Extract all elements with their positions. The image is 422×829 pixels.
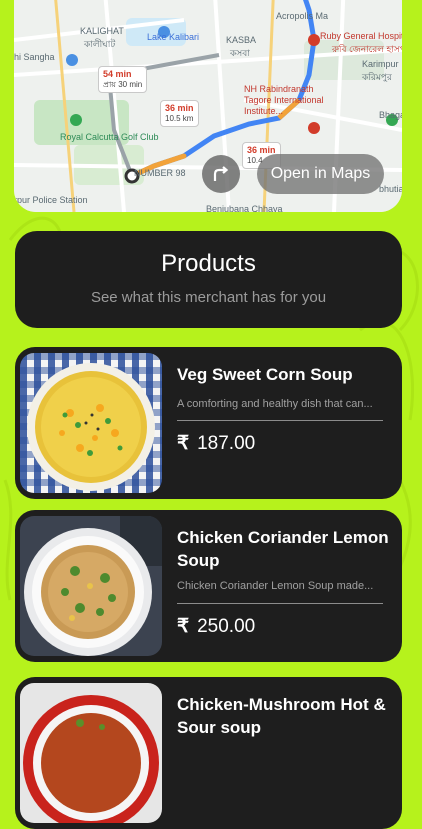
price-value: 250.00: [197, 616, 256, 637]
product-name: Chicken-Mushroom Hot & Sour soup: [177, 695, 386, 737]
map-label-karimpur: Karimpur: [362, 59, 399, 69]
directions-button[interactable]: [202, 155, 240, 193]
product-description: A comforting and healthy dish that can..…: [177, 398, 373, 410]
products-title: Products: [161, 250, 256, 277]
product-card[interactable]: Veg Sweet Corn Soup A comforting and hea…: [15, 347, 402, 499]
currency-symbol: ₹: [177, 433, 190, 454]
map-label-kalighat: KALIGHAT: [80, 26, 124, 36]
currency-symbol: ₹: [177, 616, 190, 637]
price-value: 187.00: [197, 433, 256, 454]
map-label-kalighat-local: কালীঘাট: [84, 39, 116, 49]
products-header: Products See what this merchant has for …: [15, 231, 402, 328]
map-label-kasba: KASBA: [226, 35, 257, 45]
map-label-kasba-local: কসবা: [230, 48, 250, 58]
map-label-shri-sangha: hi Sangha: [14, 52, 55, 62]
product-image-hot-sour-soup: [20, 683, 162, 823]
map-label-acropolis: Acropolis Ma: [276, 11, 329, 21]
map-label-benjubana: Benjubana Chhaya: [206, 204, 283, 212]
map-label-number98: NUMBER 98: [134, 168, 186, 178]
product-card[interactable]: Chicken Coriander Lemon Soup Chicken Cor…: [15, 510, 402, 662]
map-preview[interactable]: KALIGHAT কালীঘাট Lake Kalibari KASBA কসব…: [14, 0, 402, 212]
product-description: Chicken Coriander Lemon Soup made...: [177, 580, 374, 592]
products-subtitle: See what this merchant has for you: [90, 289, 327, 306]
route-chip-main[interactable]: 36 min 10.5 km: [160, 100, 199, 127]
product-price: ₹250.00: [177, 615, 255, 638]
route-chip-alt[interactable]: 54 min প্রায় 30 min: [98, 66, 148, 93]
map-label-bhaga: Bhaga: [379, 110, 402, 120]
product-price: ₹187.00: [177, 432, 255, 455]
product-image-corn-soup: [20, 353, 162, 493]
map-label-lake-kalibari: Lake Kalibari: [147, 32, 200, 42]
map-label-ruby-local: রুবি জেনারেল হাসপাতাল: [332, 44, 402, 54]
turn-right-icon: [213, 166, 229, 181]
product-divider: [177, 420, 383, 421]
product-name: Chicken Coriander Lemon Soup: [177, 528, 389, 570]
map-label-ruby-hospital: Ruby General Hospital: [320, 31, 402, 41]
route-time: 36 min: [247, 145, 276, 155]
route-time: 36 min: [165, 103, 194, 113]
product-name: Veg Sweet Corn Soup: [177, 365, 353, 384]
map-label-bhutia: bhutia: [379, 184, 402, 194]
map-label-police-station: rpur Police Station: [14, 195, 88, 205]
map-label-royal-golf: Royal Calcutta Golf Club: [60, 132, 159, 142]
route-sub: 10.5 km: [165, 114, 194, 123]
route-sub: প্রায় 30 min: [103, 80, 143, 89]
product-image-coriander-soup: [20, 516, 162, 656]
map-label-rabindranath: NH Rabindranath Tagore International Ins…: [244, 84, 324, 116]
product-card[interactable]: Chicken-Mushroom Hot & Sour soup: [15, 677, 402, 829]
product-divider: [177, 603, 383, 604]
open-in-maps-button[interactable]: Open in Maps: [257, 154, 384, 194]
route-time: 54 min: [103, 69, 132, 79]
map-label-karimpur-local: করিমপুর: [362, 72, 392, 82]
